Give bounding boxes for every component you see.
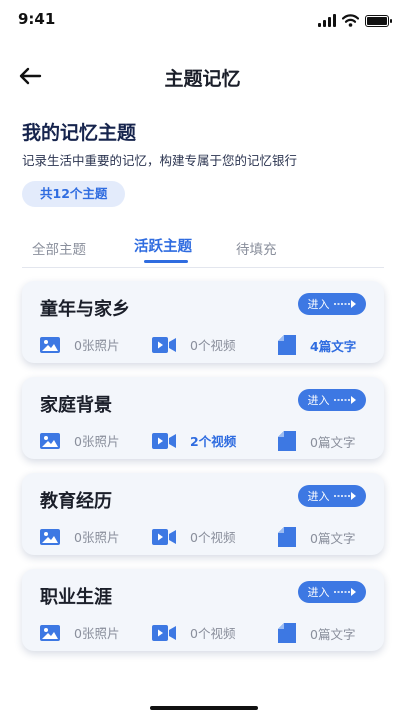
home-indicator [150, 706, 258, 710]
battery-icon [365, 14, 392, 27]
text-count: 0篇文字 [278, 623, 355, 643]
photo-count-label: 0张照片 [74, 626, 120, 641]
video-count: 0个视频 [152, 623, 235, 642]
arrow-right-icon [333, 300, 356, 308]
photo-count-label: 0张照片 [74, 434, 120, 449]
topic-card-career[interactable]: 职业生涯 进入 0张照片 0个视频 0篇文字 [22, 569, 384, 651]
photo-count: 0张照片 [40, 431, 119, 450]
video-icon [152, 624, 176, 641]
topic-card-education[interactable]: 教育经历 进入 0张照片 0个视频 0篇文字 [22, 473, 384, 555]
tab-active-topics[interactable]: 活跃主题 [134, 235, 192, 256]
text-count-label: 0篇文字 [310, 434, 356, 450]
topic-card-family-background[interactable]: 家庭背景 进入 0张照片 2个视频 0篇文字 [22, 377, 384, 459]
video-count-label: 0个视频 [190, 338, 236, 353]
active-tab-indicator [144, 260, 188, 263]
enter-button-label: 进入 [307, 298, 330, 311]
text-count-label: 4篇文字 [310, 338, 357, 354]
section-subtitle: 记录生活中重要的记忆，构建专属于您的记忆银行 [22, 153, 298, 168]
arrow-right-icon [333, 396, 356, 404]
wifi-icon [342, 14, 359, 27]
document-icon [278, 527, 296, 547]
photo-icon [40, 624, 60, 641]
photo-count-label: 0张照片 [74, 530, 120, 545]
cellular-signal-icon [318, 14, 336, 27]
photo-icon [40, 336, 60, 353]
enter-button-label: 进入 [307, 586, 330, 599]
enter-button[interactable]: 进入 [298, 485, 366, 507]
section-heading: 我的记忆主题 [22, 122, 137, 144]
topic-count-badge: 共12个主题 [22, 181, 126, 207]
tab-to-fill[interactable]: 待填充 [236, 238, 277, 258]
topic-title: 教育经历 [40, 491, 112, 512]
status-icons [318, 14, 392, 27]
video-icon [152, 432, 176, 449]
document-icon [278, 623, 296, 643]
status-bar: 9:41 [0, 0, 405, 40]
photo-count-label: 0张照片 [74, 338, 120, 353]
photo-count: 0张照片 [40, 335, 119, 354]
video-count: 2个视频 [152, 431, 236, 450]
video-count-label: 0个视频 [190, 626, 236, 641]
document-icon [278, 431, 296, 451]
page-title: 主题记忆 [164, 68, 241, 90]
nav-bar: 主题记忆 [0, 56, 405, 96]
video-icon [152, 336, 176, 353]
video-icon [152, 528, 176, 545]
tab-all-topics[interactable]: 全部主题 [32, 238, 86, 258]
text-count-label: 0篇文字 [310, 626, 356, 642]
enter-button-label: 进入 [307, 490, 330, 503]
video-count: 0个视频 [152, 527, 235, 546]
photo-icon [40, 432, 60, 449]
document-icon [278, 335, 296, 355]
arrow-right-icon [333, 492, 356, 500]
topic-title: 家庭背景 [40, 395, 112, 416]
status-time: 9:41 [18, 10, 56, 28]
video-count-label: 2个视频 [190, 434, 237, 449]
text-count-label: 0篇文字 [310, 530, 356, 546]
photo-count: 0张照片 [40, 623, 119, 642]
enter-button-label: 进入 [307, 394, 330, 407]
arrow-right-icon [333, 588, 356, 596]
video-count-label: 0个视频 [190, 530, 236, 545]
text-count: 0篇文字 [278, 431, 355, 451]
topic-card-childhood-hometown[interactable]: 童年与家乡 进入 0张照片 0个视频 4篇文字 [22, 281, 384, 363]
topic-title: 职业生涯 [40, 587, 112, 608]
enter-button[interactable]: 进入 [298, 581, 366, 603]
text-count: 4篇文字 [278, 335, 356, 355]
enter-button[interactable]: 进入 [298, 293, 366, 315]
photo-count: 0张照片 [40, 527, 119, 546]
enter-button[interactable]: 进入 [298, 389, 366, 411]
video-count: 0个视频 [152, 335, 235, 354]
topic-title: 童年与家乡 [40, 299, 130, 320]
tab-bar: 全部主题 活跃主题 待填充 [22, 230, 384, 268]
text-count: 0篇文字 [278, 527, 355, 547]
photo-icon [40, 528, 60, 545]
